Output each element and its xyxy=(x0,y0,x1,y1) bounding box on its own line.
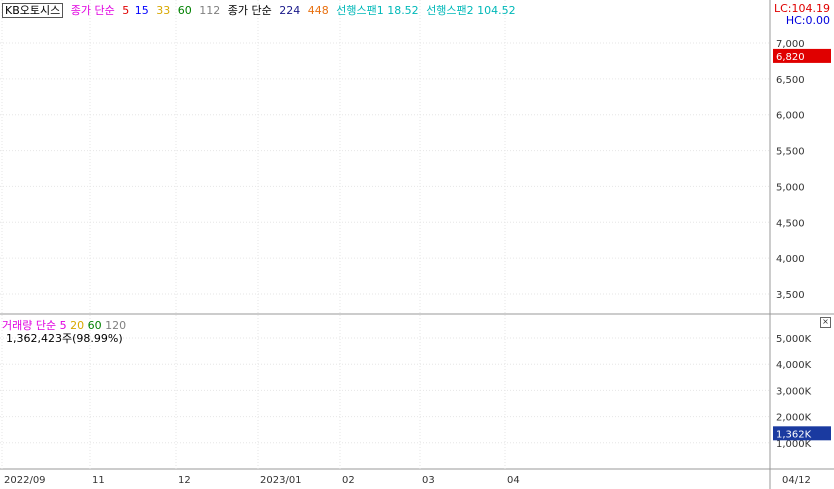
price-tick-label: 6,500 xyxy=(776,75,805,86)
ma-33: 33 xyxy=(156,4,171,17)
plot-bg xyxy=(0,0,770,469)
price-tick-label: 3,500 xyxy=(776,290,805,301)
volume-tick-label: 1,000K xyxy=(776,439,812,450)
ma-15: 15 xyxy=(134,4,149,17)
price-legend: KB오토시스 종가 단순 5 15 33 60 112 종가 단순 224 44… xyxy=(2,2,520,18)
close-volume-icon[interactable]: × xyxy=(820,317,831,328)
date-tick-label: 2023/01 xyxy=(260,475,302,486)
ma-long-label: 종가 단순 xyxy=(227,4,272,17)
volume-tick-label: 4,000K xyxy=(776,360,812,371)
hc-value: HC:0.00 xyxy=(785,14,830,27)
price-tick-label: 7,000 xyxy=(776,39,805,50)
volume-current-text: 1,362,423주(98.99%) xyxy=(6,332,123,345)
date-tick-label: 04 xyxy=(507,475,520,486)
ma-224: 224 xyxy=(279,4,301,17)
date-tick-label: 11 xyxy=(92,475,105,486)
volume-tick-label: 2,000K xyxy=(776,413,812,424)
date-tick-label: 03 xyxy=(422,475,435,486)
ma-5: 5 xyxy=(122,4,130,17)
ma-label: 종가 단순 xyxy=(70,4,115,17)
current-price-label: 6,820 xyxy=(776,52,805,63)
price-tick-label: 4,500 xyxy=(776,218,805,229)
stock-name[interactable]: KB오토시스 xyxy=(2,3,64,18)
price-tick-label: 5,000 xyxy=(776,182,805,193)
price-tick-label: 6,000 xyxy=(776,111,805,122)
volume-tick-label: 5,000K xyxy=(776,334,812,345)
price-tick-label: 5,500 xyxy=(776,147,805,158)
date-tick-label: 12 xyxy=(178,475,191,486)
span2-label: 선행스팬2 104.52 xyxy=(426,4,516,17)
stock-chart: 최고 6,820 (04/12)최저 3,340 (10/13) 7,0006,… xyxy=(0,0,834,489)
ma-112: 112 xyxy=(199,4,221,17)
span1-label: 선행스팬1 18.52 xyxy=(336,4,419,17)
ma-60: 60 xyxy=(177,4,192,17)
volume-tick-label: 3,000K xyxy=(776,386,812,397)
date-tick-label: 04/12 xyxy=(782,475,811,486)
date-tick-label: 2022/09 xyxy=(4,475,46,486)
ma-448: 448 xyxy=(307,4,329,17)
axes: 7,000 6,500 6,000 5,500 5,000 4,500 4,000 3,500… xyxy=(0,0,834,489)
date-tick-label: 02 xyxy=(342,475,355,486)
current-volume-label: 1,362K xyxy=(776,429,812,440)
price-tick-label: 4,000 xyxy=(776,254,805,265)
